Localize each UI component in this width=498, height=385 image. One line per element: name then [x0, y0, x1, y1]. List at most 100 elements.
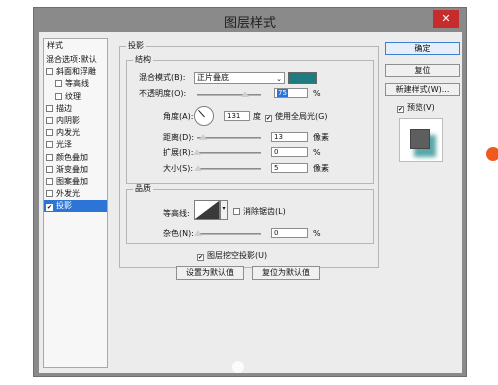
sidebar-item-label: 纹理 — [65, 91, 81, 101]
anti-alias-label: 消除锯齿(L) — [243, 207, 286, 216]
spread-input[interactable]: 0 — [271, 147, 308, 157]
sidebar-item-checkbox[interactable] — [46, 165, 53, 173]
opacity-label: 不透明度(O): — [139, 89, 187, 98]
preview-swatch — [410, 129, 430, 149]
sidebar-item[interactable]: 混合选项:默认 — [44, 54, 107, 66]
size-input[interactable]: 5 — [271, 163, 308, 173]
sidebar-item-checkbox[interactable] — [46, 129, 53, 137]
contour-label: 等高线: — [163, 209, 190, 218]
distance-slider-thumb[interactable] — [199, 134, 207, 140]
ok-button[interactable]: 确定 — [385, 42, 460, 55]
sidebar-item[interactable]: 图案叠加 — [44, 176, 107, 188]
blend-mode-select[interactable]: 正片叠底 ⌄ — [194, 72, 285, 84]
opacity-slider-thumb[interactable] — [241, 91, 249, 97]
sidebar-item[interactable]: 纹理 — [44, 91, 107, 103]
noise-label: 杂色(N): — [163, 229, 194, 238]
sidebar-item[interactable]: 描边 — [44, 103, 107, 115]
anti-alias-toggle[interactable]: 消除锯齿(L) — [233, 207, 286, 217]
structure-title: 结构 — [133, 55, 153, 65]
spread-slider-thumb[interactable] — [193, 149, 201, 155]
preview-checkbox[interactable]: ✔ — [397, 106, 404, 113]
size-unit: 像素 — [313, 164, 329, 173]
anti-alias-checkbox[interactable] — [233, 208, 240, 215]
sidebar-item-checkbox[interactable] — [46, 104, 53, 112]
close-button[interactable]: ✕ — [433, 10, 459, 28]
sidebar-item-label: 等高线 — [65, 79, 89, 89]
sidebar-item-checkbox[interactable] — [46, 68, 53, 76]
opacity-input[interactable]: 75 — [274, 88, 308, 98]
sidebar-item-checkbox[interactable]: ✔ — [46, 204, 53, 212]
dialog-body: 样式 混合选项:默认 斜面和浮雕 等高线纹理描边内阴影内发光光泽颜色叠加渐变叠加图案… — [39, 32, 462, 373]
sidebar-item[interactable]: 等高线 — [44, 78, 107, 90]
sidebar-item-checkbox[interactable] — [46, 141, 53, 149]
sidebar-item-label: 内发光 — [56, 128, 80, 138]
sidebar-item-label: 渐变叠加 — [56, 164, 88, 174]
noise-slider-track[interactable] — [197, 233, 261, 235]
reset-button[interactable]: 复位 — [385, 64, 460, 77]
global-light-toggle[interactable]: ✔ 使用全局光(G) — [265, 112, 327, 122]
sidebar-item-checkbox[interactable] — [46, 178, 53, 185]
sidebar-item[interactable]: 光泽 — [44, 139, 107, 151]
sidebar-item-label: 投影 — [56, 201, 72, 211]
distance-label: 距离(D): — [163, 133, 195, 142]
sidebar-header[interactable]: 样式 — [45, 40, 106, 52]
blend-mode-label: 混合模式(B): — [139, 73, 186, 82]
style-list-sidebar: 样式 混合选项:默认 斜面和浮雕 等高线纹理描边内阴影内发光光泽颜色叠加渐变叠加图案… — [43, 38, 108, 368]
sidebar-item-checkbox[interactable] — [55, 80, 62, 88]
angle-label: 角度(A): — [163, 112, 194, 121]
knockout-checkbox[interactable]: ✔ — [197, 254, 204, 261]
distance-input[interactable]: 13 — [271, 132, 308, 142]
angle-input[interactable]: 131 — [224, 111, 250, 121]
sidebar-item[interactable]: 斜面和浮雕 — [44, 66, 107, 78]
layer-style-dialog: 图层样式 ✕ 样式 混合选项:默认 斜面和浮雕 等高线纹理描边内阴影内发光光泽颜色叠… — [33, 7, 467, 377]
shadow-color-swatch[interactable] — [288, 72, 317, 84]
sidebar-item-label: 描边 — [56, 103, 72, 113]
size-label: 大小(S): — [163, 164, 194, 173]
sidebar-item[interactable]: 渐变叠加 — [44, 164, 107, 176]
size-slider-thumb[interactable] — [194, 165, 202, 171]
knockout-toggle[interactable]: ✔ 图层挖空投影(U) — [197, 251, 267, 261]
noise-input[interactable]: 0 — [271, 228, 308, 238]
sidebar-item[interactable]: 内阴影 — [44, 115, 107, 127]
quality-title: 品质 — [133, 184, 153, 194]
sidebar-item-label: 内阴影 — [56, 116, 80, 125]
opacity-slider-track[interactable] — [197, 94, 261, 96]
sidebar-item-label: 光泽 — [56, 140, 72, 150]
angle-unit: 度 — [253, 112, 261, 121]
drop-shadow-title: 投影 — [126, 41, 146, 51]
opacity-unit: % — [313, 89, 321, 98]
size-slider-track[interactable] — [197, 168, 261, 170]
sidebar-item-checkbox[interactable] — [55, 92, 62, 100]
floating-bottom-dot — [232, 361, 244, 373]
contour-curve-icon — [195, 201, 219, 219]
spread-slider-track[interactable] — [197, 152, 261, 154]
floating-edge-dot — [486, 147, 498, 161]
sidebar-item[interactable]: 颜色叠加 — [44, 152, 107, 164]
contour-picker[interactable] — [194, 200, 220, 220]
spread-unit: % — [313, 148, 321, 157]
sidebar-item[interactable]: ✔ 投影 — [44, 200, 107, 213]
knockout-label: 图层挖空投影(U) — [207, 251, 268, 260]
new-style-button[interactable]: 新建样式(W)... — [385, 83, 460, 96]
sidebar-item-checkbox[interactable] — [46, 190, 53, 198]
spread-label: 扩展(R): — [163, 148, 194, 157]
make-default-button[interactable]: 设置为默认值 — [176, 266, 244, 280]
sidebar-item-checkbox[interactable] — [46, 117, 53, 124]
sidebar-item[interactable]: 外发光 — [44, 188, 107, 200]
preview-toggle[interactable]: ✔ 预览(V) — [397, 103, 435, 113]
sidebar-item[interactable]: 内发光 — [44, 127, 107, 139]
global-light-label: 使用全局光(G) — [275, 112, 328, 121]
contour-dropdown-caret[interactable]: ▾ — [220, 200, 228, 220]
title-bar[interactable]: 图层样式 ✕ — [34, 8, 466, 32]
sidebar-item-label: 颜色叠加 — [56, 152, 88, 162]
global-light-checkbox[interactable]: ✔ — [265, 115, 272, 122]
distance-unit: 像素 — [313, 133, 329, 142]
angle-dial[interactable] — [194, 106, 214, 126]
noise-slider-thumb[interactable] — [194, 230, 202, 236]
angle-needle — [198, 109, 205, 118]
blend-mode-value: 正片叠底 — [197, 73, 229, 82]
sidebar-item-checkbox[interactable] — [46, 153, 53, 161]
sidebar-item-label: 外发光 — [56, 189, 80, 199]
reset-default-button[interactable]: 复位为默认值 — [252, 266, 320, 280]
style-preview — [399, 118, 443, 162]
